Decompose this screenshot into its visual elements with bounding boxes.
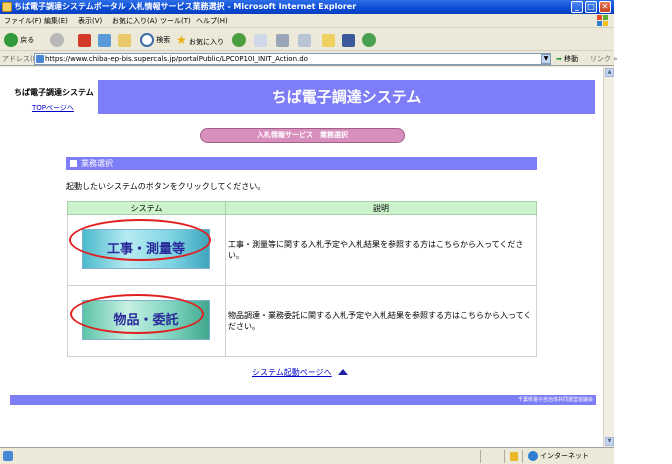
square-bullet-icon <box>70 160 77 167</box>
home-button[interactable] <box>118 32 131 48</box>
system-start-link[interactable]: システム起動ページへ <box>252 367 348 378</box>
print-button[interactable] <box>276 32 289 48</box>
menu-tools[interactable]: ツール(T) <box>160 16 191 26</box>
menu-favorites[interactable]: お気に入り(A) <box>112 16 157 26</box>
home-icon <box>118 33 131 47</box>
vertical-scrollbar[interactable]: ▲ ▼ <box>603 67 614 447</box>
research-button[interactable] <box>342 32 355 48</box>
title-bar: ちば電子調達システムポータル 入札情報サービス業務選択 - Microsoft … <box>0 0 614 14</box>
table-row: 工事・測量等 工事・測量等に関する入札予定や入札結果を参照する方はこちらから入っ… <box>67 214 537 287</box>
history-button[interactable] <box>232 32 246 48</box>
page-icon <box>36 55 44 63</box>
scroll-up-icon[interactable]: ▲ <box>605 68 614 77</box>
menu-edit[interactable]: 編集(E) <box>44 16 68 26</box>
history-icon <box>232 33 246 47</box>
windows-flag-icon <box>597 15 608 26</box>
system-start-label: システム起動ページへ <box>252 368 332 377</box>
status-divider <box>522 450 523 463</box>
browser-window: ちば電子調達システムポータル 入札情報サービス業務選択 - Microsoft … <box>0 0 618 464</box>
go-button[interactable]: ➡ 移動 <box>556 54 578 64</box>
search-label: 検索 <box>156 36 171 44</box>
back-arrow-icon <box>4 33 18 47</box>
system-button-cell: 工事・測量等 <box>67 214 226 287</box>
favorites-label: お気に入り <box>189 38 224 46</box>
system-button-cell: 物品・委託 <box>67 285 226 357</box>
maximize-button[interactable]: □ <box>585 1 597 13</box>
ie-app-icon <box>2 2 12 12</box>
messenger-button[interactable] <box>362 32 376 48</box>
up-arrow-icon <box>337 369 348 375</box>
mail-button[interactable] <box>254 32 267 48</box>
footer-bar: 千葉県電子自治体共同運営協議会 <box>10 395 596 405</box>
menu-bar: ファイル(F) 編集(E) 表示(V) お気に入り(A) ツール(T) ヘルプ(… <box>0 14 614 28</box>
globe-icon <box>528 451 538 461</box>
goods-consignment-button[interactable]: 物品・委託 <box>82 300 210 341</box>
messenger-icon <box>362 33 376 47</box>
scroll-down-icon[interactable]: ▼ <box>605 437 614 446</box>
menu-help[interactable]: ヘルプ(H) <box>196 16 228 26</box>
top-page-link[interactable]: TOPページへ <box>32 103 74 113</box>
page-content: ちば電子調達システム TOPページへ ちば電子調達システム 入札情報サービス 業… <box>0 67 603 447</box>
system-table: システム 説明 工事・測量等 工事・測量等に関する入札予定や入札結果を参照する方… <box>67 200 537 357</box>
back-button[interactable]: 戻る <box>4 32 34 48</box>
mail-icon <box>254 33 267 47</box>
status-divider <box>480 450 481 463</box>
address-bar: アドレス(D) https://www.chiba-ep-bis.superca… <box>0 52 618 66</box>
favorites-button[interactable]: ★ お気に入り <box>176 32 224 48</box>
site-name: ちば電子調達システム <box>14 88 94 97</box>
forward-arrow-icon <box>50 33 64 47</box>
column-header-description: 説明 <box>225 200 537 216</box>
refresh-icon <box>98 33 111 47</box>
status-divider <box>504 450 505 463</box>
address-input[interactable]: https://www.chiba-ep-bis.supercals.jp/po… <box>34 53 551 65</box>
section-title: 業務選択 <box>81 159 113 168</box>
column-header-system: システム <box>67 200 226 216</box>
search-icon <box>140 33 154 47</box>
stop-icon <box>78 33 91 47</box>
description-cell: 物品調達・業務委託に関する入札予定や入札結果を参照する方はこちらから入ってくださ… <box>225 285 537 357</box>
close-button[interactable]: ✕ <box>599 1 611 13</box>
print-icon <box>276 33 289 47</box>
instruction-text: 起動したいシステムのボタンをクリックしてください。 <box>66 182 266 191</box>
edit-button[interactable] <box>298 32 311 48</box>
star-icon: ★ <box>176 33 187 47</box>
construction-survey-button[interactable]: 工事・測量等 <box>82 229 210 270</box>
status-bar: インターネット <box>0 447 614 464</box>
go-arrow-icon: ➡ <box>556 55 562 63</box>
page-status-icon <box>3 451 13 461</box>
stop-button[interactable] <box>78 32 91 48</box>
menu-file[interactable]: ファイル(F) <box>4 16 42 26</box>
research-icon <box>342 33 355 47</box>
security-zone: インターネット <box>528 451 589 461</box>
edit-icon <box>298 33 311 47</box>
lock-icon <box>510 452 518 461</box>
table-row: 物品・委託 物品調達・業務委託に関する入札予定や入札結果を参照する方はこちらから… <box>67 285 537 357</box>
folder-icon <box>322 33 335 47</box>
page-banner: ちば電子調達システム <box>98 80 595 114</box>
window-title: ちば電子調達システムポータル 入札情報サービス業務選択 - Microsoft … <box>14 2 357 11</box>
minimize-button[interactable]: _ <box>571 1 583 13</box>
description-cell: 工事・測量等に関する入札予定や入札結果を参照する方はこちらから入ってください。 <box>225 214 537 287</box>
search-button[interactable]: 検索 <box>140 32 170 48</box>
toolbar: 戻る 検索 ★ お気に入り <box>0 29 614 51</box>
zone-label: インターネット <box>540 452 589 460</box>
address-dropdown-icon[interactable]: ▼ <box>541 54 551 64</box>
refresh-button[interactable] <box>98 32 111 48</box>
section-header: 業務選択 <box>66 157 537 170</box>
forward-button[interactable] <box>50 32 64 48</box>
table-header-row: システム 説明 <box>67 200 537 216</box>
menu-view[interactable]: 表示(V) <box>78 16 102 26</box>
back-label: 戻る <box>20 36 35 44</box>
links-label[interactable]: リンク » <box>590 54 618 64</box>
go-label: 移動 <box>564 55 579 63</box>
address-url: https://www.chiba-ep-bis.supercals.jp/po… <box>45 55 308 63</box>
service-title: 入札情報サービス 業務選択 <box>200 128 405 143</box>
folder-button[interactable] <box>322 32 335 48</box>
